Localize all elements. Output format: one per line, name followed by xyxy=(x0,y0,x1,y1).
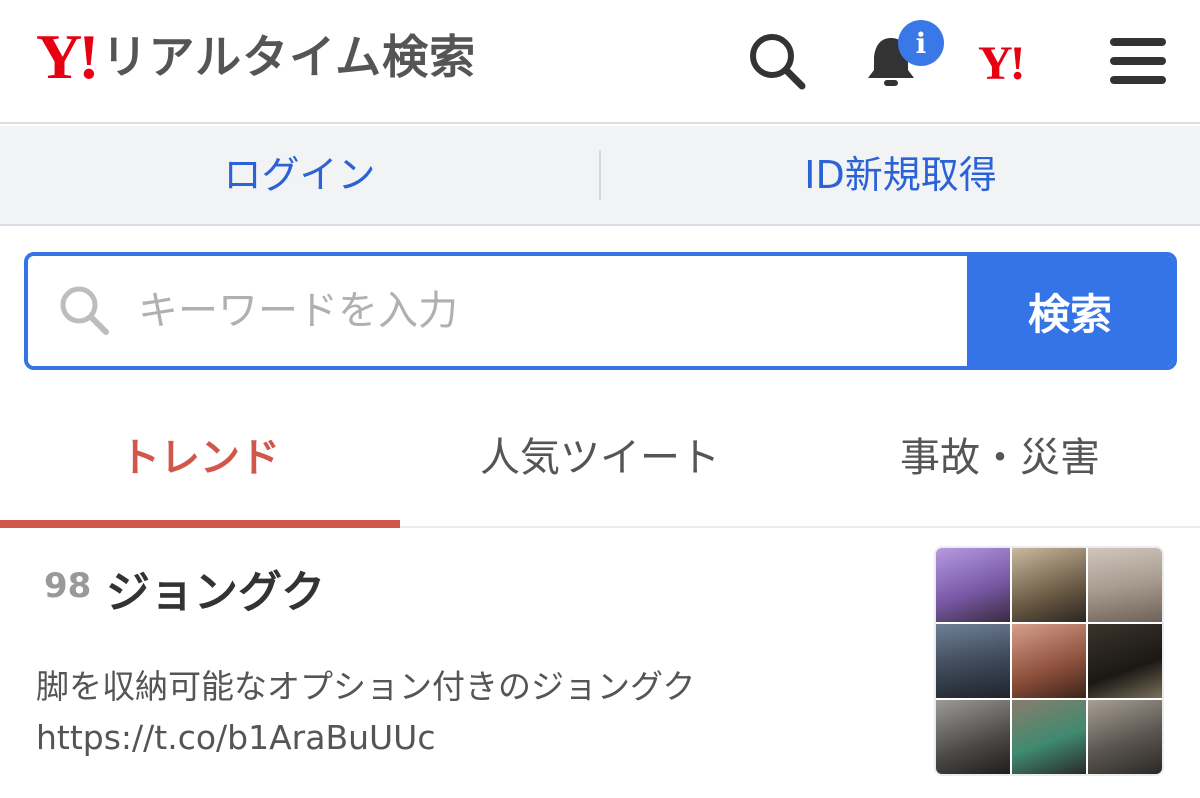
thumbnail-tile xyxy=(1012,700,1086,774)
thumbnail-tile xyxy=(936,700,1010,774)
trend-description: 脚を収納可能なオプション付きのジョングク xyxy=(36,667,696,706)
tab-bar: トレンド 人気ツイート 事故・災害 xyxy=(0,400,1200,528)
trend-title[interactable]: ジョングク xyxy=(106,556,325,620)
trend-url[interactable]: https://t.co/b1AraBuUUc xyxy=(36,718,435,757)
search-field-icon xyxy=(60,286,109,335)
search-icon[interactable] xyxy=(746,30,808,92)
thumbnail-tile xyxy=(1088,624,1162,698)
thumbnail-tile xyxy=(1088,700,1162,774)
trend-thumbnail[interactable] xyxy=(934,546,1164,776)
app-header: Y! リアルタイム検索 i Y! xyxy=(0,0,1200,124)
logo[interactable]: Y! リアルタイム検索 xyxy=(36,22,476,92)
account-bar: ログイン ID新規取得 xyxy=(0,126,1200,226)
thumbnail-tile xyxy=(936,624,1010,698)
tab-accidents-disasters[interactable]: 事故・災害 xyxy=(800,400,1200,526)
yahoo-top-link[interactable]: Y! xyxy=(978,34,1026,94)
search-input[interactable] xyxy=(28,256,967,366)
tab-trend[interactable]: トレンド xyxy=(0,400,400,528)
search-field-wrapper xyxy=(28,256,967,366)
thumbnail-tile xyxy=(1012,624,1086,698)
logo-title: リアルタイム検索 xyxy=(101,30,477,84)
thumbnail-tile xyxy=(1088,548,1162,622)
search-bar: 検索 xyxy=(24,252,1177,370)
register-link[interactable]: ID新規取得 xyxy=(601,125,1200,225)
notification-badge: i xyxy=(898,20,944,66)
thumbnail-tile xyxy=(1012,548,1086,622)
thumbnail-tile xyxy=(936,548,1010,622)
yahoo-logo-mark: Y! xyxy=(36,21,100,92)
tab-popular-tweets[interactable]: 人気ツイート xyxy=(400,400,800,526)
search-button[interactable]: 検索 xyxy=(967,256,1173,366)
trend-rank: 98 xyxy=(44,566,92,606)
menu-icon[interactable] xyxy=(1108,30,1168,92)
login-link[interactable]: ログイン xyxy=(0,125,599,225)
